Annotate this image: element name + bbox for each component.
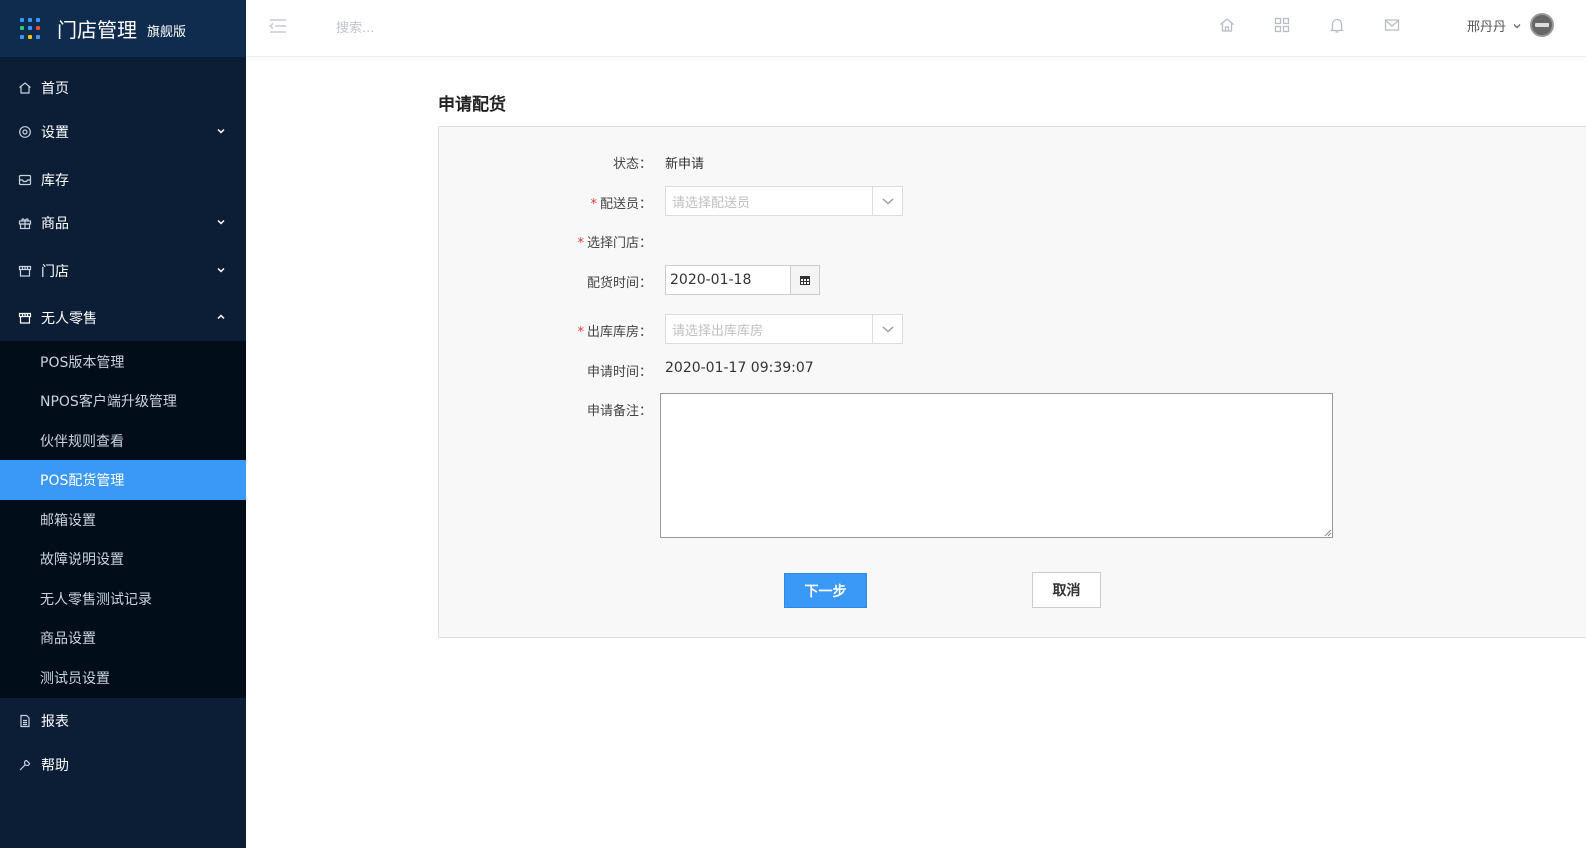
home-icon[interactable] <box>1218 16 1236 34</box>
sidebar: 门店管理 旗舰版 首页 设置 库存 商品 门店 无人零售 POS版本管理 NPO… <box>0 0 246 848</box>
cancel-button[interactable]: 取消 <box>1032 572 1101 608</box>
date-label: 配货时间： <box>586 276 652 291</box>
required-mark: * <box>577 236 584 251</box>
home-icon <box>18 81 32 95</box>
chevron-down-icon <box>872 315 902 343</box>
submenu-item-pos-version[interactable]: POS版本管理 <box>0 342 246 381</box>
apps-grid-icon[interactable] <box>20 17 42 40</box>
mail-icon[interactable] <box>1383 16 1401 34</box>
gear-icon <box>18 125 32 139</box>
user-name: 邢丹丹 <box>1467 20 1507 35</box>
sidebar-item-inventory[interactable]: 库存 <box>0 160 246 200</box>
chevron-down-icon <box>217 267 225 273</box>
sidebar-item-home[interactable]: 首页 <box>0 68 246 108</box>
chevron-down-icon <box>872 187 902 215</box>
courier-select[interactable]: 请选择配送员 <box>665 186 903 216</box>
warehouse-label-row: * 出库库房： <box>452 321 652 340</box>
submenu-item-mailbox-settings[interactable]: 邮箱设置 <box>0 500 246 539</box>
submenu-item-tester-settings[interactable]: 测试员设置 <box>0 658 246 697</box>
submenu-item-fault-settings[interactable]: 故障说明设置 <box>0 539 246 578</box>
sidebar-item-help[interactable]: 帮助 <box>0 745 246 785</box>
warehouse-select[interactable]: 请选择出库库房 <box>665 314 903 344</box>
sidebar-item-reports[interactable]: 报表 <box>0 701 246 741</box>
courier-label: 配送员： <box>599 197 652 212</box>
sidebar-item-settings[interactable]: 设置 <box>0 112 246 152</box>
sidebar-item-label: 设置 <box>41 125 69 141</box>
user-menu[interactable]: 邢丹丹 <box>1467 16 1522 35</box>
search-input[interactable] <box>336 18 536 38</box>
page-title: 申请配货 <box>438 95 506 115</box>
submenu-item-pos-distribution[interactable]: POS配货管理 <box>0 460 246 500</box>
calendar-button[interactable] <box>790 265 820 295</box>
apply-time-label: 申请时间： <box>586 365 652 380</box>
bell-icon[interactable] <box>1328 16 1346 34</box>
chevron-down-icon <box>217 128 225 134</box>
submenu-item-npos-upgrade[interactable]: NPOS客户端升级管理 <box>0 381 246 420</box>
brand-title: 门店管理 <box>57 18 137 42</box>
store-label-row: * 选择门店： <box>452 232 652 251</box>
top-header: 邢丹丹 <box>246 0 1586 57</box>
sidebar-item-stores[interactable]: 门店 <box>0 251 246 291</box>
sidebar-item-label: 门店 <box>41 264 69 280</box>
sidebar-item-label: 首页 <box>41 81 69 97</box>
document-icon <box>18 714 32 728</box>
date-input[interactable]: 2020-01-18 <box>665 265 791 295</box>
remark-textarea[interactable] <box>660 393 1333 538</box>
chevron-down-icon <box>217 219 225 225</box>
required-mark: * <box>577 325 584 340</box>
sidebar-item-label: 库存 <box>41 173 69 189</box>
sidebar-item-label: 帮助 <box>41 758 69 774</box>
store-icon <box>18 264 32 278</box>
resize-grip-icon[interactable] <box>1322 527 1332 537</box>
next-button[interactable]: 下一步 <box>784 573 867 608</box>
courier-label-row: * 配送员： <box>452 193 652 212</box>
warehouse-label: 出库库房： <box>586 325 652 340</box>
inbox-icon <box>18 173 32 187</box>
required-mark: * <box>590 197 597 212</box>
apply-time-value: 2020-01-17 09:39:07 <box>665 360 814 376</box>
calendar-icon <box>800 276 810 285</box>
submenu-item-partner-rules[interactable]: 伙伴规则查看 <box>0 421 246 460</box>
warehouse-placeholder: 请选择出库库房 <box>672 323 764 339</box>
menu-toggle-icon[interactable] <box>268 17 288 35</box>
sidebar-item-label: 报表 <box>41 714 69 730</box>
wrench-icon <box>18 758 32 772</box>
submenu-unmanned-retail: POS版本管理 NPOS客户端升级管理 伙伴规则查看 POS配货管理 邮箱设置 … <box>0 341 246 698</box>
sidebar-item-label: 商品 <box>41 216 69 232</box>
chevron-down-icon <box>1513 23 1521 28</box>
submenu-item-test-records[interactable]: 无人零售测试记录 <box>0 579 246 618</box>
brand-bar: 门店管理 旗舰版 <box>0 0 246 57</box>
store-icon <box>18 311 32 325</box>
courier-placeholder: 请选择配送员 <box>672 195 751 211</box>
sidebar-item-label: 无人零售 <box>41 311 97 327</box>
sidebar-item-products[interactable]: 商品 <box>0 203 246 243</box>
remark-label: 申请备注： <box>586 404 652 419</box>
sidebar-item-unmanned-retail[interactable]: 无人零售 <box>0 298 246 338</box>
chevron-up-icon <box>217 314 225 320</box>
status-label: 状态： <box>612 157 652 172</box>
submenu-item-product-settings[interactable]: 商品设置 <box>0 618 246 657</box>
avatar[interactable] <box>1530 13 1554 37</box>
status-value: 新申请 <box>665 157 705 172</box>
grid-icon[interactable] <box>1273 16 1291 34</box>
brand-subtitle: 旗舰版 <box>147 25 187 40</box>
gift-icon <box>18 216 32 230</box>
store-label: 选择门店： <box>586 236 652 251</box>
